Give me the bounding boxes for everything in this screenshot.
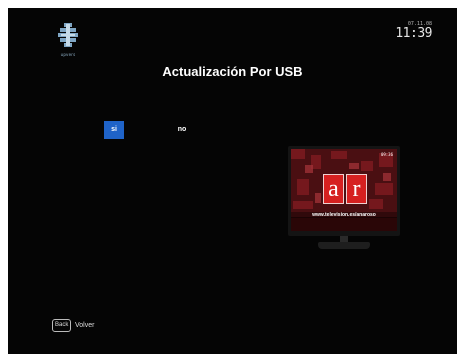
option-si-button[interactable]: si [104, 121, 124, 139]
tv-icon: 09:36 a r www.television.es/anaroso [288, 146, 402, 264]
ar-logo: a r [323, 174, 367, 204]
tv-screen-background: upvers 07.11.08 11:39 Actualización Por … [8, 8, 457, 354]
tv-preview-url: www.television.es/anaroso [291, 212, 397, 218]
upvers-logo-icon: upvers [52, 21, 84, 59]
tv-preview-screen: 09:36 a r www.television.es/anaroso [291, 149, 397, 231]
tv-base [318, 242, 370, 249]
back-key-button[interactable]: Back [52, 319, 72, 332]
logo-text: upvers [60, 52, 76, 57]
ar-logo-letter-r: r [346, 174, 367, 204]
clock-display: 11:39 [395, 26, 432, 41]
dialog-title: Actualización Por USB [162, 64, 303, 79]
back-label: Volver [75, 322, 95, 329]
option-no-button[interactable]: no [174, 121, 190, 139]
tv-preview-clock: 09:36 [380, 152, 393, 157]
tv-frame: 09:36 a r www.television.es/anaroso [288, 146, 400, 236]
ar-logo-letter-a: a [323, 174, 344, 204]
